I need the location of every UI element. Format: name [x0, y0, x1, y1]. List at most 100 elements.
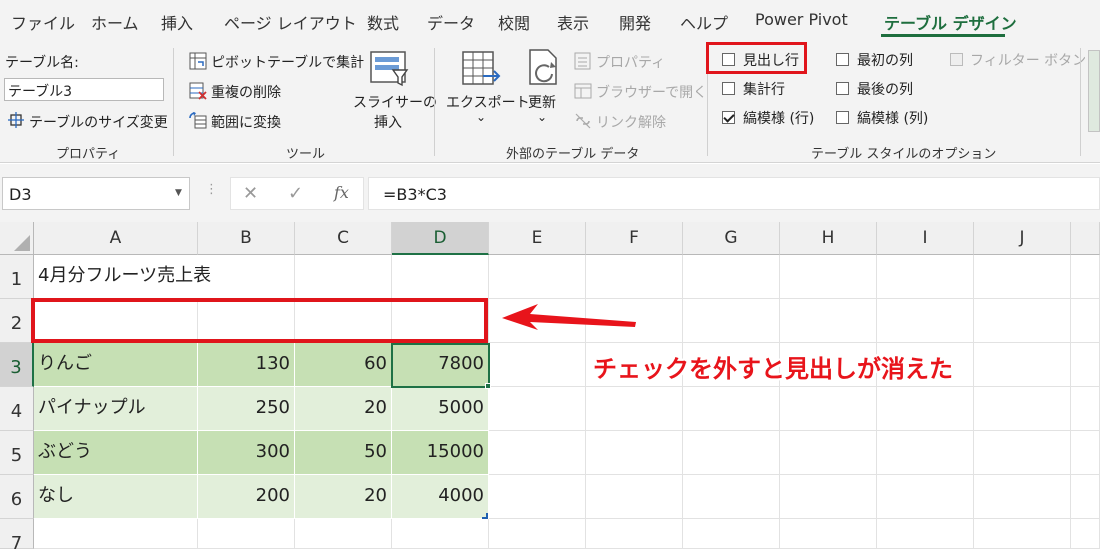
cell-b3[interactable]: 130: [198, 343, 295, 387]
cell-i1[interactable]: [877, 255, 974, 299]
cell-d4[interactable]: 5000: [392, 387, 489, 431]
tab-home[interactable]: ホーム: [91, 10, 139, 34]
column-header-k[interactable]: [1071, 222, 1100, 255]
cell-j3[interactable]: [974, 343, 1071, 387]
cell-d7[interactable]: [392, 519, 489, 549]
tab-table-design[interactable]: テーブル デザイン: [884, 10, 1017, 34]
cell-h1[interactable]: [780, 255, 877, 299]
cell-e5[interactable]: [489, 431, 586, 475]
cell-k3[interactable]: [1071, 343, 1100, 387]
column-header-h[interactable]: H: [780, 222, 877, 255]
cell-b6[interactable]: 200: [198, 475, 295, 519]
filter-button-checkbox[interactable]: [950, 53, 963, 66]
tab-developer[interactable]: 開発: [619, 10, 651, 34]
cell-d1[interactable]: [392, 255, 489, 299]
cell-g5[interactable]: [683, 431, 780, 475]
fill-handle[interactable]: [485, 383, 491, 389]
cell-h6[interactable]: [780, 475, 877, 519]
cell-g6[interactable]: [683, 475, 780, 519]
cell-k5[interactable]: [1071, 431, 1100, 475]
row-header-5[interactable]: 5: [0, 431, 34, 475]
cell-a7[interactable]: [34, 519, 198, 549]
column-header-b[interactable]: B: [198, 222, 295, 255]
cell-k7[interactable]: [1071, 519, 1100, 549]
column-header-a[interactable]: A: [34, 222, 198, 255]
banded-columns-checkbox[interactable]: [836, 111, 849, 124]
row-header-2[interactable]: 2: [0, 299, 34, 343]
last-column-label[interactable]: 最後の列: [857, 79, 913, 99]
tab-review[interactable]: 校閲: [498, 10, 530, 34]
cancel-icon[interactable]: ✕: [243, 183, 258, 204]
cell-g2[interactable]: [683, 299, 780, 343]
column-header-i[interactable]: I: [877, 222, 974, 255]
cell-f6[interactable]: [586, 475, 683, 519]
row-header-3[interactable]: 3: [0, 343, 34, 387]
column-header-e[interactable]: E: [489, 222, 586, 255]
banded-columns-label[interactable]: 縞模様 (列): [857, 108, 928, 128]
cell-e7[interactable]: [489, 519, 586, 549]
cell-k6[interactable]: [1071, 475, 1100, 519]
cell-i7[interactable]: [877, 519, 974, 549]
cell-b4[interactable]: 250: [198, 387, 295, 431]
unlink-button[interactable]: リンク解除: [596, 112, 666, 132]
cell-i4[interactable]: [877, 387, 974, 431]
row-header-1[interactable]: 1: [0, 255, 34, 299]
cell-a3[interactable]: りんご: [34, 343, 198, 387]
cell-g1[interactable]: [683, 255, 780, 299]
first-column-label[interactable]: 最初の列: [857, 50, 913, 70]
total-row-label[interactable]: 集計行: [743, 79, 785, 99]
resize-table-button[interactable]: テーブルのサイズ変更: [29, 112, 168, 132]
tab-data[interactable]: データ: [427, 10, 475, 34]
tab-help[interactable]: ヘルプ: [680, 10, 728, 34]
name-box-dropdown-icon[interactable]: ▼: [175, 188, 182, 198]
cell-j2[interactable]: [974, 299, 1071, 343]
last-column-checkbox[interactable]: [836, 82, 849, 95]
cell-j7[interactable]: [974, 519, 1071, 549]
cell-i5[interactable]: [877, 431, 974, 475]
cell-d5[interactable]: 15000: [392, 431, 489, 475]
column-header-g[interactable]: G: [683, 222, 780, 255]
open-in-browser-button[interactable]: ブラウザーで開く: [596, 82, 707, 102]
cell-f7[interactable]: [586, 519, 683, 549]
export-dropdown-chevron[interactable]: ⌄: [476, 110, 486, 124]
cell-a5[interactable]: ぶどう: [34, 431, 198, 475]
cell-e6[interactable]: [489, 475, 586, 519]
row-header-4[interactable]: 4: [0, 387, 34, 431]
tab-view[interactable]: 表示: [557, 10, 589, 34]
tab-insert[interactable]: 挿入: [161, 10, 193, 34]
filter-button-label[interactable]: フィルター ボタン: [970, 50, 1086, 70]
cell-h2[interactable]: [780, 299, 877, 343]
cell-c7[interactable]: [295, 519, 392, 549]
cell-f1[interactable]: [586, 255, 683, 299]
column-header-f[interactable]: F: [586, 222, 683, 255]
table-styles-gallery-edge[interactable]: [1088, 50, 1100, 132]
refresh-button[interactable]: 更新: [528, 92, 556, 112]
column-header-d[interactable]: D: [392, 222, 489, 255]
cell-d6[interactable]: 4000: [392, 475, 489, 519]
cell-j4[interactable]: [974, 387, 1071, 431]
cell-k2[interactable]: [1071, 299, 1100, 343]
cell-c4[interactable]: 20: [295, 387, 392, 431]
cell-b5[interactable]: 300: [198, 431, 295, 475]
header-row-label[interactable]: 見出し行: [743, 50, 799, 70]
banded-rows-checkbox[interactable]: [722, 111, 735, 124]
first-column-checkbox[interactable]: [836, 53, 849, 66]
cell-c1[interactable]: [295, 255, 392, 299]
summarize-pivot-button[interactable]: ピボットテーブルで集計: [211, 52, 364, 72]
refresh-dropdown-chevron[interactable]: ⌄: [537, 110, 547, 124]
insert-slicer-button[interactable]: スライサーの: [353, 92, 437, 112]
cell-j6[interactable]: [974, 475, 1071, 519]
name-box[interactable]: D3: [2, 177, 190, 210]
cell-b7[interactable]: [198, 519, 295, 549]
table-name-input[interactable]: テーブル3: [4, 78, 164, 101]
banded-rows-label[interactable]: 縞模様 (行): [743, 108, 814, 128]
cell-b1[interactable]: [198, 255, 295, 299]
convert-to-range-button[interactable]: 範囲に変換: [211, 112, 281, 132]
tab-power-pivot[interactable]: Power Pivot: [755, 10, 848, 29]
select-all-button[interactable]: [0, 222, 34, 255]
row-header-6[interactable]: 6: [0, 475, 34, 519]
cell-g7[interactable]: [683, 519, 780, 549]
tab-file[interactable]: ファイル: [11, 10, 75, 34]
cell-c5[interactable]: 50: [295, 431, 392, 475]
cell-g4[interactable]: [683, 387, 780, 431]
